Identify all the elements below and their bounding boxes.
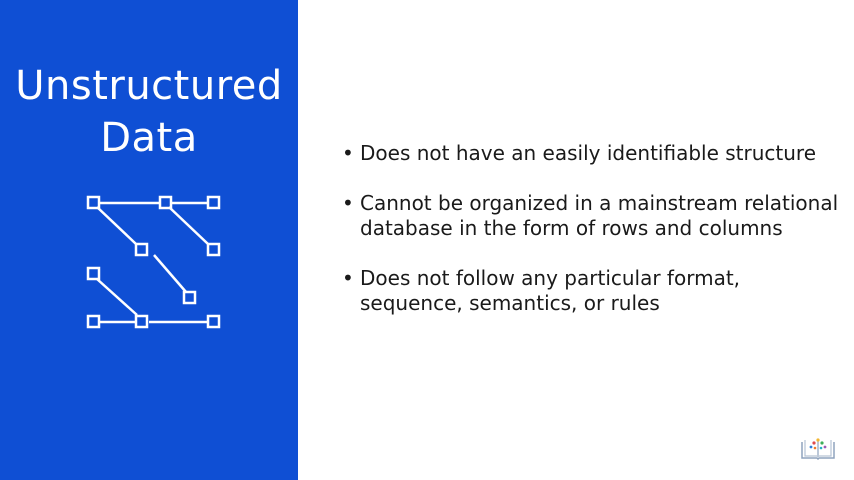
bullet-item: Cannot be organized in a mainstream rela… <box>342 191 842 241</box>
open-book-logo-icon <box>801 438 835 460</box>
bullet-list: Does not have an easily identifiable str… <box>342 141 842 341</box>
slide-title: Unstructured Data <box>0 60 298 164</box>
title-line-2: Data <box>100 115 198 161</box>
bullet-item: Does not follow any particular format, s… <box>342 266 842 316</box>
title-panel: Unstructured Data <box>0 0 298 480</box>
unstructured-data-icon <box>86 195 221 329</box>
slide: Unstructured Data • Does not have an eas… <box>0 0 854 480</box>
title-line-1: Unstructured <box>15 63 283 109</box>
bullet-item: Does not have an easily identifiable str… <box>342 141 842 166</box>
